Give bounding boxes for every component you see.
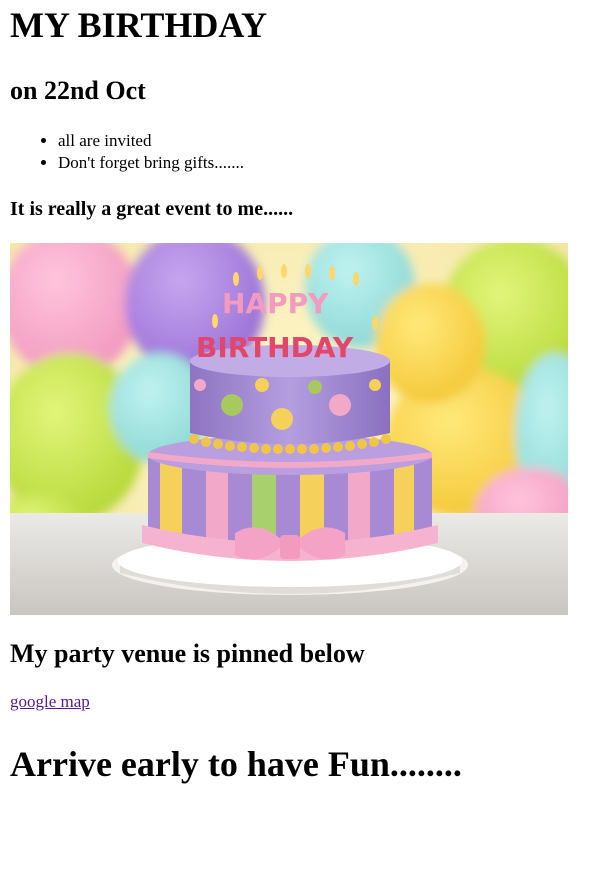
cake-letters-top: HAPPY	[222, 287, 329, 320]
page: MY BIRTHDAY on 22nd Oct all are invited …	[0, 0, 599, 785]
venue-heading: My party venue is pinned below	[10, 639, 365, 668]
list-item: all are invited	[58, 130, 589, 152]
google-map-link[interactable]: google map	[10, 691, 90, 713]
birthday-cake-photo: HAPPY BIRTHDAY	[10, 243, 568, 615]
info-list: all are invited Don't forget bring gifts…	[10, 130, 589, 174]
cake-illustration: HAPPY BIRTHDAY	[10, 243, 568, 615]
page-title: MY BIRTHDAY	[10, 5, 268, 45]
date-heading: on 22nd Oct	[10, 76, 146, 105]
event-text: It is really a great event to me......	[10, 198, 294, 220]
cake-letters-bottom: BIRTHDAY	[196, 331, 354, 364]
list-item: Don't forget bring gifts.......	[58, 152, 589, 174]
closing-heading: Arrive early to have Fun........	[10, 744, 462, 784]
